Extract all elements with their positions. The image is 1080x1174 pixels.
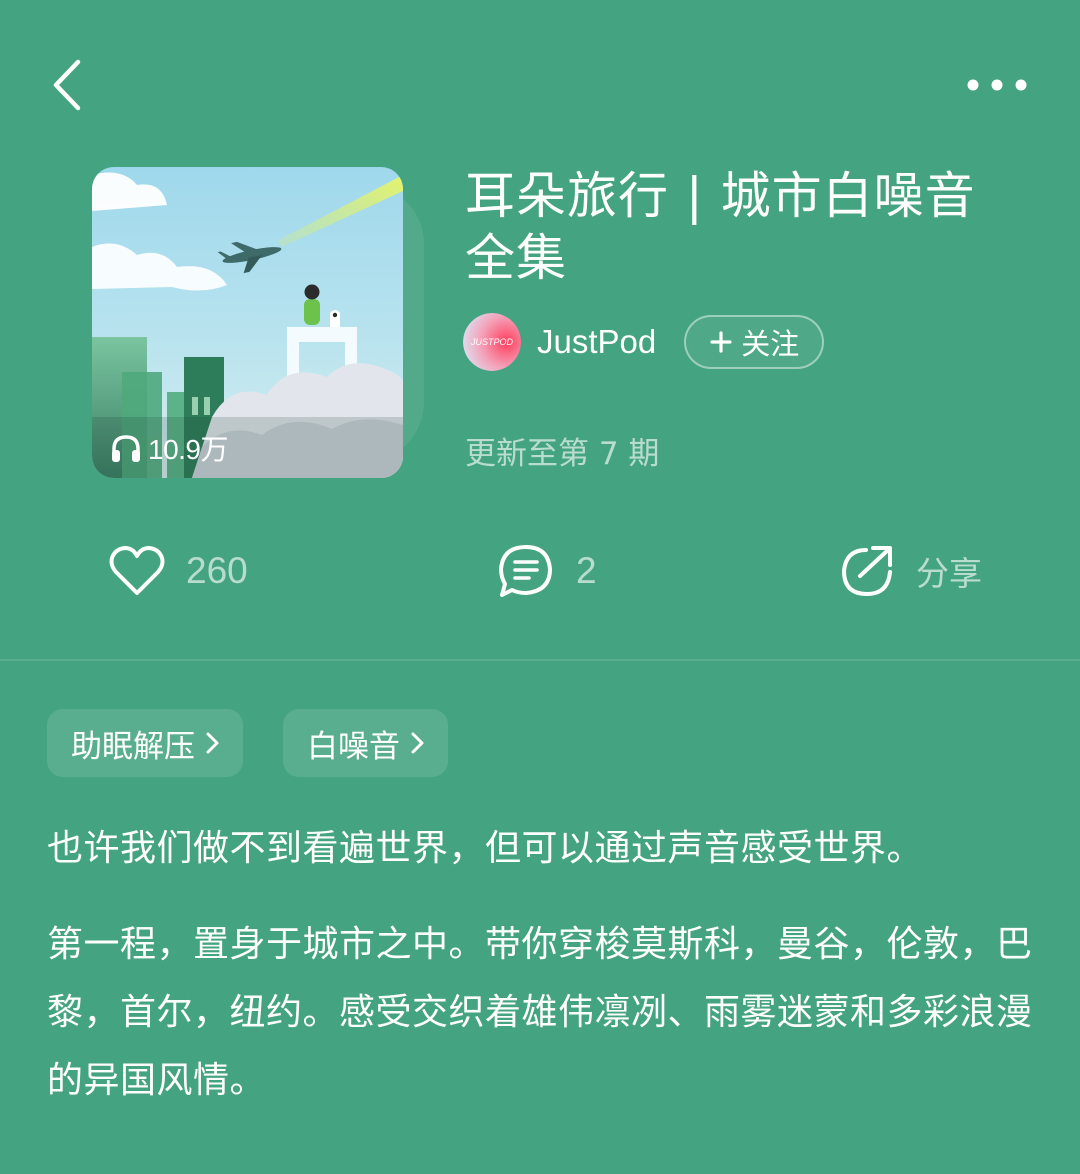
play-count-value: 10.9万 [148, 434, 229, 465]
album-title: 耳朵旅行 | 城市白噪音全集 [465, 167, 976, 287]
justpod-logo: JUSTPOD [463, 313, 521, 371]
author-name[interactable]: JustPod [537, 323, 656, 361]
share-label: 分享 [916, 554, 982, 593]
tag-white-noise[interactable]: 白噪音 [283, 709, 448, 777]
tag-label: 助眠解压 [71, 728, 195, 765]
follow-label: 关注 [741, 327, 800, 361]
section-divider [0, 659, 1080, 661]
like-count: 260 [186, 550, 248, 591]
like-button[interactable]: 260 [108, 538, 248, 604]
play-count: 10.9万 [110, 428, 229, 468]
back-button[interactable] [40, 50, 100, 120]
chevron-right-icon [206, 732, 219, 754]
follow-button[interactable]: 关注 [684, 315, 825, 369]
heart-icon [109, 546, 165, 595]
avatar-text: JUSTPOD [470, 337, 514, 347]
chevron-right-icon [411, 732, 424, 754]
headphones-icon [112, 435, 140, 462]
more-horizontal-icon [967, 79, 1027, 91]
description-paragraph: 第一程，置身于城市之中。带你穿梭莫斯科，曼谷，伦敦，巴黎，首尔，纽约。感受交织着… [47, 924, 1033, 1101]
more-options-button[interactable] [955, 62, 1045, 108]
tag-label: 白噪音 [307, 728, 400, 765]
share-icon [841, 546, 892, 597]
comment-icon [499, 545, 552, 597]
tag-sleep-relax[interactable]: 助眠解压 [47, 709, 243, 777]
plus-icon [710, 331, 732, 353]
comment-button[interactable]: 2 [496, 538, 597, 604]
share-button[interactable]: 分享 [838, 538, 982, 604]
comment-count: 2 [576, 550, 597, 591]
chevron-left-icon [53, 59, 81, 111]
author-row: JUSTPOD JustPod 关注 [463, 312, 825, 372]
update-status: 更新至第 7 期 [465, 436, 660, 472]
author-avatar[interactable]: JUSTPOD [463, 313, 521, 371]
description-paragraph: 也许我们做不到看遍世界，但可以通过声音感受世界。 [47, 828, 924, 869]
